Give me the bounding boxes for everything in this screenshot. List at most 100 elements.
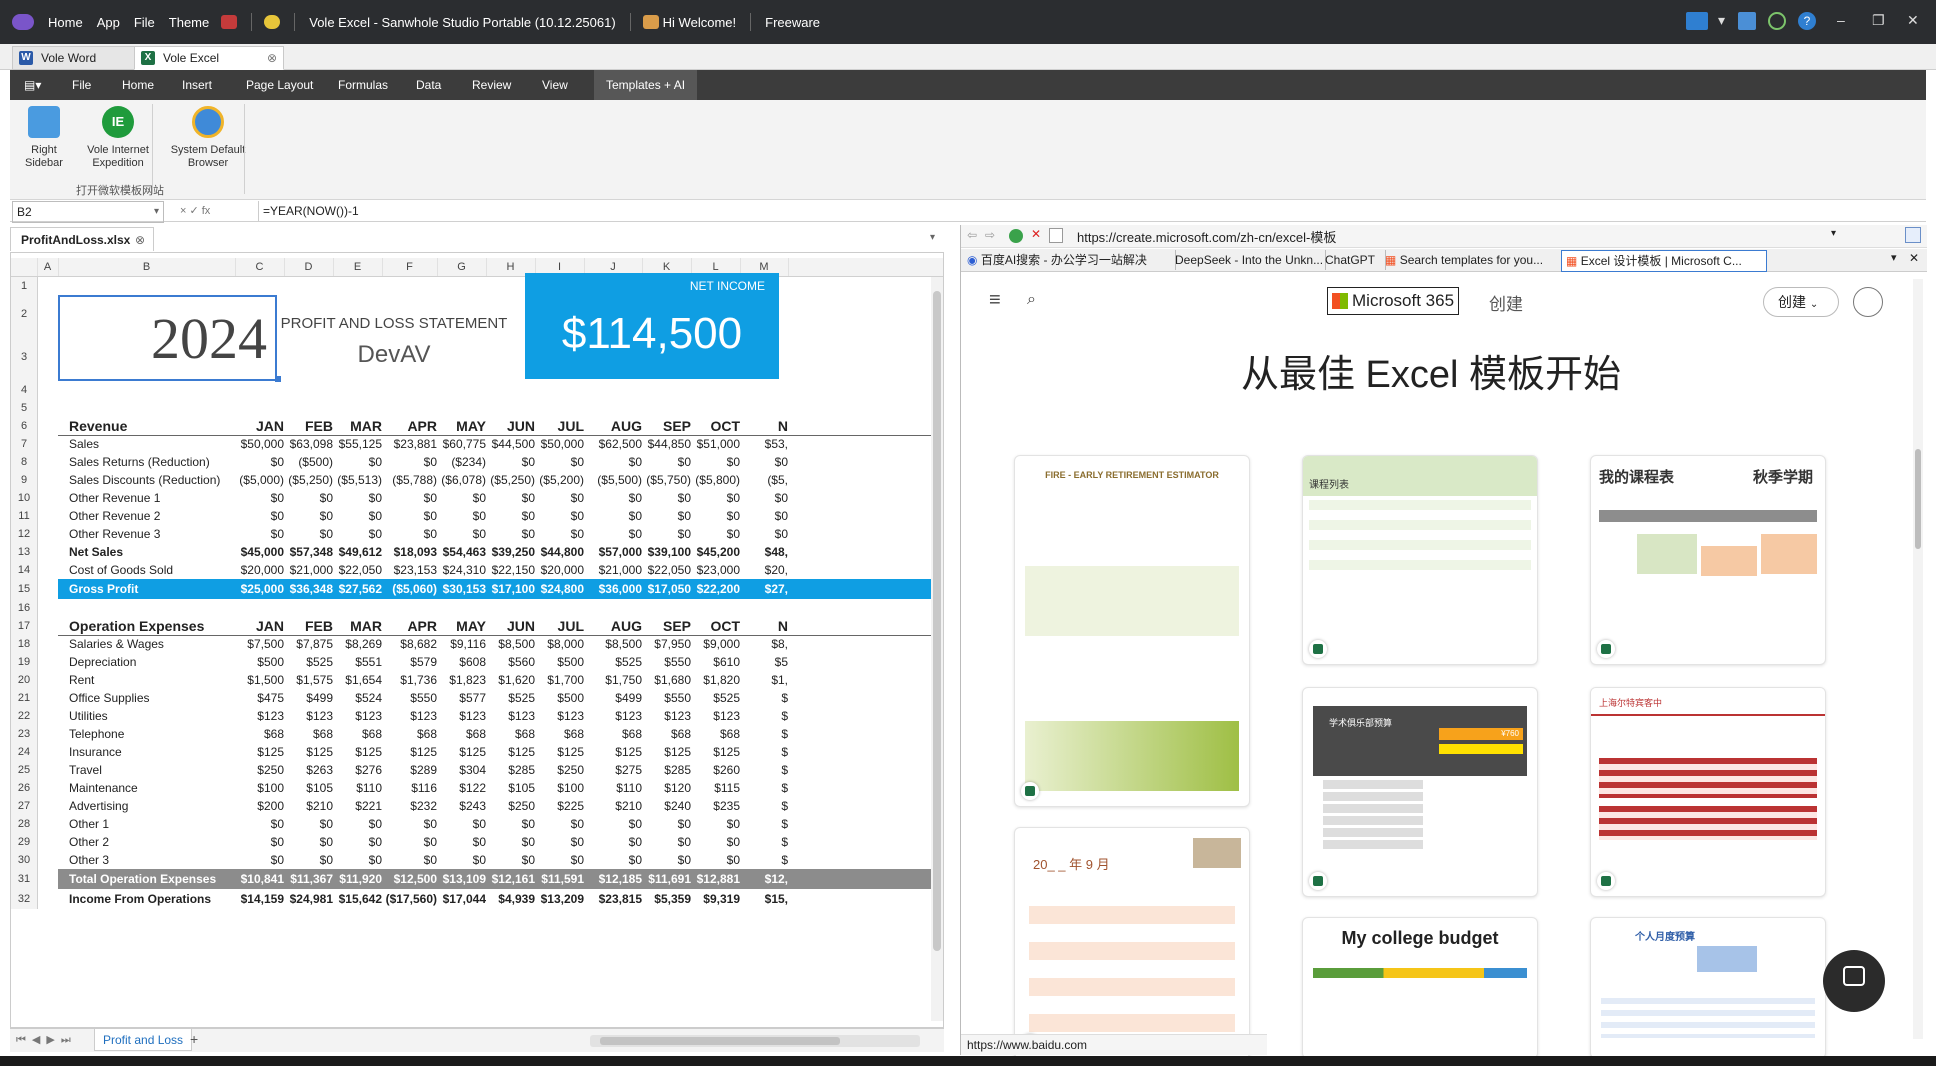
search-icon[interactable]: ⌕ bbox=[1027, 291, 1036, 309]
value-cell[interactable]: ($17,560) bbox=[382, 889, 437, 909]
sheet-tab-profit-and-loss[interactable]: Profit and Loss bbox=[94, 1029, 193, 1051]
row-header-13[interactable]: 13 bbox=[11, 543, 38, 561]
value-cell[interactable]: $608 bbox=[437, 653, 486, 671]
value-cell[interactable]: $225 bbox=[535, 797, 584, 815]
value-cell[interactable]: $20,000 bbox=[535, 561, 584, 579]
column-header-b[interactable]: B bbox=[58, 258, 236, 276]
column-header-e[interactable]: E bbox=[333, 258, 383, 276]
value-cell[interactable]: $263 bbox=[284, 761, 333, 779]
value-cell[interactable]: $55,125 bbox=[333, 435, 382, 453]
value-cell[interactable]: $24,800 bbox=[535, 579, 584, 599]
template-card-fire[interactable]: FIRE - EARLY RETIREMENT ESTIMATOR bbox=[1014, 455, 1250, 807]
value-cell[interactable]: $0 bbox=[382, 815, 437, 833]
value-cell[interactable]: $15, bbox=[740, 889, 788, 909]
value-cell[interactable]: $0 bbox=[333, 507, 382, 525]
stop-icon[interactable]: ✕ bbox=[1031, 227, 1041, 241]
workbook-tab[interactable]: ProfitAndLoss.xlsx ⊗ bbox=[10, 227, 154, 251]
value-cell[interactable]: $0 bbox=[437, 851, 486, 869]
row-header-15[interactable]: 15 bbox=[11, 579, 38, 599]
value-cell[interactable]: $20,000 bbox=[235, 561, 284, 579]
value-cell[interactable]: $123 bbox=[486, 707, 535, 725]
value-cell[interactable]: $579 bbox=[382, 653, 437, 671]
close-workbook-icon[interactable]: ⊗ bbox=[135, 228, 145, 252]
value-cell[interactable]: ($5,800) bbox=[691, 471, 740, 489]
feedback-chat-button[interactable] bbox=[1823, 950, 1885, 1012]
value-cell[interactable]: $1,680 bbox=[642, 671, 691, 689]
row-header-30[interactable]: 30 bbox=[11, 851, 38, 869]
value-cell[interactable]: $22,150 bbox=[486, 561, 535, 579]
row-header-27[interactable]: 27 bbox=[11, 797, 38, 815]
menu-page-layout-tab[interactable]: Page Layout bbox=[246, 70, 313, 100]
value-cell[interactable]: $105 bbox=[284, 779, 333, 797]
value-cell[interactable]: $125 bbox=[382, 743, 437, 761]
value-cell[interactable]: ($234) bbox=[437, 453, 486, 471]
row-header-21[interactable]: 21 bbox=[11, 689, 38, 707]
value-cell[interactable]: $8,500 bbox=[584, 635, 642, 653]
sheet-row-15[interactable]: Gross Profit $25,000 $36,348 $27,562 ($5,060… bbox=[58, 579, 943, 599]
template-card-club-budget[interactable]: 学术俱乐部预算 ¥760 bbox=[1302, 687, 1538, 897]
value-cell[interactable]: $304 bbox=[437, 761, 486, 779]
value-cell[interactable]: $ bbox=[740, 707, 788, 725]
value-cell[interactable]: $12,881 bbox=[691, 869, 740, 889]
value-cell[interactable]: $ bbox=[740, 743, 788, 761]
value-cell[interactable]: $39,250 bbox=[486, 543, 535, 561]
value-cell[interactable]: $68 bbox=[642, 725, 691, 743]
sheet-row-30[interactable]: Other 3 $0 $0 $0 $0 $0 $0 $0 $0 $0 $0 $ bbox=[58, 851, 943, 869]
value-cell[interactable]: $275 bbox=[584, 761, 642, 779]
menu-home-tab[interactable]: Home bbox=[122, 70, 154, 100]
value-cell[interactable]: $68 bbox=[437, 725, 486, 743]
value-cell[interactable]: $250 bbox=[535, 761, 584, 779]
account-icon[interactable] bbox=[1853, 287, 1883, 317]
value-cell[interactable]: $289 bbox=[382, 761, 437, 779]
sheet-row-20[interactable]: Rent $1,500 $1,575 $1,654 $1,736 $1,823 $1,620… bbox=[58, 671, 943, 689]
value-cell[interactable]: $115 bbox=[691, 779, 740, 797]
value-cell[interactable]: $125 bbox=[691, 743, 740, 761]
row-header-5[interactable]: 5 bbox=[11, 399, 38, 417]
value-cell[interactable]: $475 bbox=[235, 689, 284, 707]
value-cell[interactable]: $577 bbox=[437, 689, 486, 707]
value-cell[interactable]: ($5, bbox=[740, 471, 788, 489]
value-cell[interactable]: $0 bbox=[486, 489, 535, 507]
value-cell[interactable]: $0 bbox=[284, 525, 333, 543]
value-cell[interactable]: $62,500 bbox=[584, 435, 642, 453]
row-header-31[interactable]: 31 bbox=[11, 869, 38, 889]
value-cell[interactable]: $0 bbox=[584, 815, 642, 833]
value-cell[interactable]: $4,939 bbox=[486, 889, 535, 909]
value-cell[interactable]: $0 bbox=[284, 489, 333, 507]
system-default-browser-button[interactable]: System Default Browser bbox=[162, 106, 254, 170]
value-cell[interactable]: $0 bbox=[642, 815, 691, 833]
row-header-11[interactable]: 11 bbox=[11, 507, 38, 525]
value-cell[interactable]: ($5,250) bbox=[284, 471, 333, 489]
value-cell[interactable]: $285 bbox=[486, 761, 535, 779]
row-header-9[interactable]: 9 bbox=[11, 471, 38, 489]
value-cell[interactable]: $0 bbox=[535, 507, 584, 525]
value-cell[interactable]: $68 bbox=[691, 725, 740, 743]
value-cell[interactable]: $550 bbox=[642, 653, 691, 671]
value-cell[interactable]: $0 bbox=[740, 507, 788, 525]
row-header-32[interactable]: 32 bbox=[11, 889, 38, 909]
sheet-row-8[interactable]: Sales Returns (Reduction) $0 ($500) $0 $0 ($2… bbox=[58, 453, 943, 471]
value-cell[interactable]: $0 bbox=[437, 815, 486, 833]
value-cell[interactable]: $27,562 bbox=[333, 579, 382, 599]
value-cell[interactable]: $23,815 bbox=[584, 889, 642, 909]
value-cell[interactable]: $123 bbox=[333, 707, 382, 725]
value-cell[interactable]: $0 bbox=[535, 851, 584, 869]
value-cell[interactable]: $0 bbox=[333, 525, 382, 543]
value-cell[interactable]: $0 bbox=[333, 815, 382, 833]
template-card-my-schedule[interactable]: 我的课程表 秋季学期 bbox=[1590, 455, 1826, 665]
value-cell[interactable]: $25,000 bbox=[235, 579, 284, 599]
value-cell[interactable]: $123 bbox=[584, 707, 642, 725]
value-cell[interactable]: $1, bbox=[740, 671, 788, 689]
close-icon[interactable]: ✕ bbox=[1907, 12, 1919, 29]
value-cell[interactable]: $122 bbox=[437, 779, 486, 797]
sheet-row-21[interactable]: Office Supplies $475 $499 $524 $550 $577 $525 $… bbox=[58, 689, 943, 707]
value-cell[interactable]: $0 bbox=[642, 507, 691, 525]
value-cell[interactable]: $1,500 bbox=[235, 671, 284, 689]
value-cell[interactable]: $8,269 bbox=[333, 635, 382, 653]
value-cell[interactable]: $23,153 bbox=[382, 561, 437, 579]
layout-icon[interactable] bbox=[1686, 12, 1708, 30]
value-cell[interactable]: $0 bbox=[740, 453, 788, 471]
value-cell[interactable]: $125 bbox=[284, 743, 333, 761]
value-cell[interactable]: $125 bbox=[535, 743, 584, 761]
value-cell[interactable]: $0 bbox=[535, 525, 584, 543]
